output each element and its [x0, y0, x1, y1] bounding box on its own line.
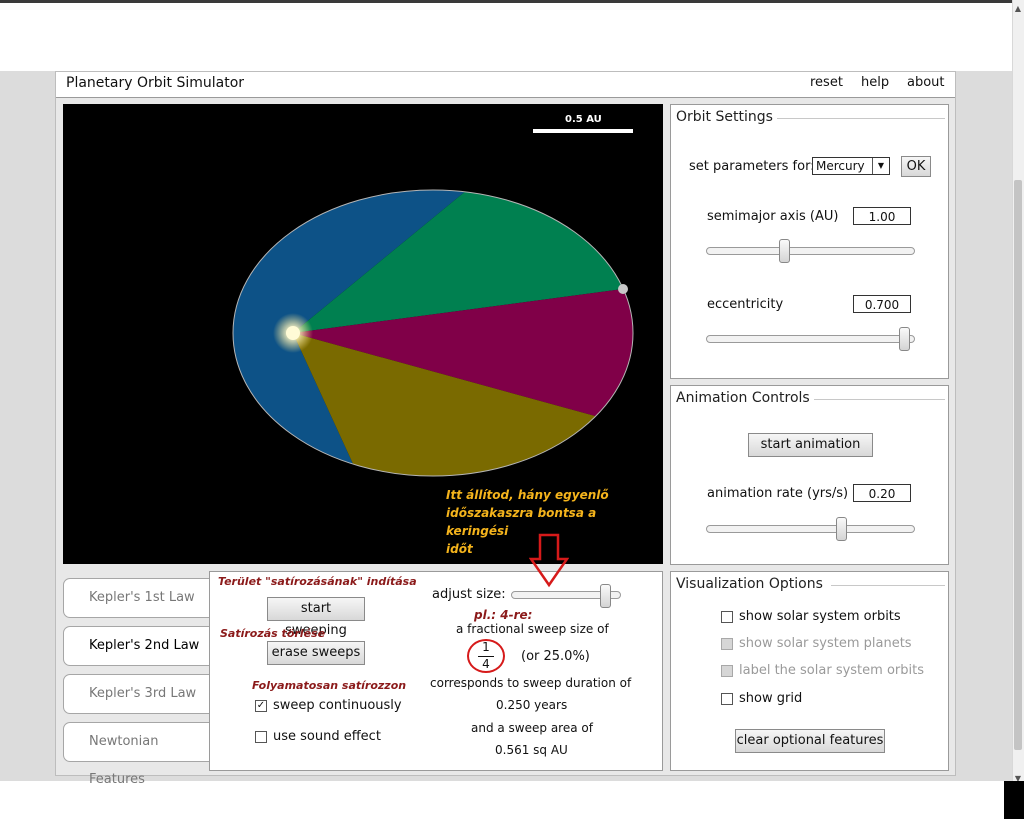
orbit-settings-panel: Orbit Settings set parameters for: Mercu…: [670, 104, 949, 379]
animation-rate-input[interactable]: 0.20: [853, 484, 911, 502]
animation-controls-title: Animation Controls: [676, 390, 810, 406]
chevron-down-icon: ▼: [872, 158, 889, 174]
visualization-options-title: Visualization Options: [676, 576, 823, 592]
visualization-options-panel: Visualization Options show solar system …: [670, 571, 949, 771]
app-titlebar: Planetary Orbit Simulator reset help abo…: [56, 72, 955, 98]
set-parameters-label: set parameters for:: [689, 159, 815, 174]
animation-controls-panel: Animation Controls start animation anima…: [670, 385, 949, 565]
erase-sweeps-button[interactable]: erase sweeps: [267, 641, 365, 665]
animation-rate-slider[interactable]: [706, 525, 915, 533]
use-sound-checkbox[interactable]: [255, 731, 267, 743]
tab-newtonian-features[interactable]: Newtonian Features: [63, 722, 213, 787]
sweep-duration-value: 0.250 years: [496, 698, 568, 712]
planet-select[interactable]: Mercury ▼: [812, 157, 890, 175]
tab-keplers-2nd-law[interactable]: Kepler's 2nd Law: [63, 626, 213, 666]
fraction-numerator: 1: [482, 640, 490, 654]
semimajor-axis-slider[interactable]: [706, 247, 915, 255]
tab-keplers-3rd-law[interactable]: Kepler's 3rd Law: [63, 674, 213, 714]
sun: [286, 326, 300, 340]
start-animation-button[interactable]: start animation: [748, 433, 873, 457]
simulator-app: Planetary Orbit Simulator reset help abo…: [55, 71, 956, 787]
sweep-area-text: and a sweep area of: [471, 721, 593, 735]
semimajor-axis-slider-thumb[interactable]: [779, 239, 790, 263]
planet-marker: [618, 284, 628, 294]
orbit-canvas[interactable]: 0.5 AU Itt állítod, hány egyenlő időszak…: [63, 104, 663, 564]
show-planets-checkbox[interactable]: [721, 638, 733, 650]
orbit-settings-title: Orbit Settings: [676, 109, 773, 125]
kepler-2nd-law-panel: Terület "satírozásának" indítása start s…: [209, 571, 663, 771]
semimajor-axis-label: semimajor axis (AU): [707, 209, 839, 224]
note-example: pl.: 4-re:: [474, 608, 533, 622]
show-planets-label: show solar system planets: [739, 636, 912, 651]
adjust-size-label: adjust size:: [432, 587, 506, 602]
note-start-sweeping: Terület "satírozásának" indítása: [218, 575, 417, 588]
note-sweep-continuously: Folyamatosan satírozzon: [252, 679, 407, 692]
sweep-continuously-checkbox[interactable]: ✓: [255, 700, 267, 712]
app-title: Planetary Orbit Simulator: [66, 75, 245, 91]
show-orbits-checkbox[interactable]: [721, 611, 733, 623]
browser-header-area: [0, 3, 1010, 71]
fraction-denominator: 4: [482, 657, 490, 671]
eccentricity-label: eccentricity: [707, 297, 784, 312]
sweep-continuously-label: sweep continuously: [273, 698, 402, 713]
eccentricity-slider-thumb[interactable]: [899, 327, 910, 351]
semimajor-axis-input[interactable]: 1.00: [853, 207, 911, 225]
show-orbits-label: show solar system orbits: [739, 609, 901, 624]
tab-keplers-1st-law[interactable]: Kepler's 1st Law: [63, 578, 213, 618]
sweep-size-slider-thumb[interactable]: [600, 584, 611, 608]
animation-rate-slider-thumb[interactable]: [836, 517, 847, 541]
page-bottom-area: [0, 781, 1012, 819]
show-grid-checkbox[interactable]: [721, 693, 733, 705]
scroll-up-icon[interactable]: ▲: [1012, 2, 1024, 16]
start-sweeping-button[interactable]: start sweeping: [267, 597, 365, 638]
sweep-duration-text: corresponds to sweep duration of: [430, 676, 632, 690]
clear-optional-features-button[interactable]: clear optional features: [735, 729, 885, 753]
ok-button[interactable]: OK: [901, 156, 931, 177]
label-orbits-label: label the solar system orbits: [739, 663, 924, 678]
taskbar-edge: [1004, 781, 1024, 819]
eccentricity-slider[interactable]: [706, 335, 915, 343]
help-link[interactable]: help: [861, 75, 889, 90]
scrollbar-thumb[interactable]: [1014, 180, 1022, 750]
label-orbits-checkbox[interactable]: [721, 665, 733, 677]
note-erase-sweeps: Satírozás törlése: [220, 627, 326, 640]
annotation-arrow-icon: [529, 533, 569, 588]
reset-link[interactable]: reset: [810, 75, 843, 90]
about-link[interactable]: about: [907, 75, 945, 90]
animation-rate-label: animation rate (yrs/s): [707, 486, 849, 501]
use-sound-label: use sound effect: [273, 729, 381, 744]
show-grid-label: show grid: [739, 691, 803, 706]
eccentricity-input[interactable]: 0.700: [853, 295, 911, 313]
fractional-sweep-text: a fractional sweep size of: [456, 622, 609, 636]
sweep-area-value: 0.561 sq AU: [495, 743, 568, 757]
sweep-percent: (or 25.0%): [521, 649, 590, 664]
